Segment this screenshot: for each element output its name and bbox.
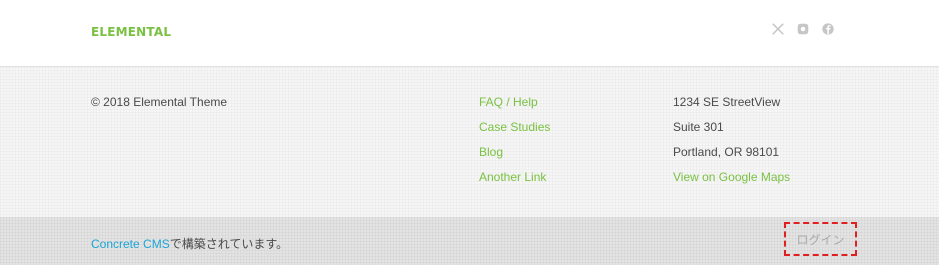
cms-credit: Concrete CMSで構築されています。 [91, 235, 288, 252]
address-line-2: Suite 301 [673, 120, 724, 134]
footer-link-another[interactable]: Another Link [479, 170, 550, 184]
footer-link-blog[interactable]: Blog [479, 145, 550, 159]
copyright-text: © 2018 Elemental Theme [91, 95, 228, 109]
footer-links: FAQ / Help Case Studies Blog Another Lin… [479, 95, 550, 184]
address-line-3: Portland, OR 98101 [673, 145, 780, 159]
google-maps-link[interactable]: View on Google Maps [673, 170, 790, 184]
social-links [771, 22, 835, 36]
site-logo[interactable]: ELEMENTAL [91, 25, 171, 39]
footer-link-faq[interactable]: FAQ / Help [479, 95, 550, 109]
footer-link-case-studies[interactable]: Case Studies [479, 120, 550, 134]
instagram-icon[interactable] [796, 22, 810, 36]
footer-bottom-bar: Concrete CMSで構築されています。 ログイン [0, 217, 939, 265]
facebook-icon[interactable] [821, 22, 835, 36]
address-line-1: 1234 SE StreetView [673, 95, 781, 109]
login-highlight: ログイン [784, 222, 857, 256]
footer-main: © 2018 Elemental Theme FAQ / Help Case S… [0, 67, 939, 217]
footer-address: 1234 SE StreetView Suite 301 Portland, O… [673, 95, 790, 184]
login-link[interactable]: ログイン [796, 231, 844, 248]
x-icon[interactable] [771, 22, 785, 36]
credit-suffix: で構築されています。 [169, 237, 289, 251]
concrete-cms-link[interactable]: Concrete CMS [91, 237, 170, 251]
site-header: ELEMENTAL [0, 0, 939, 67]
